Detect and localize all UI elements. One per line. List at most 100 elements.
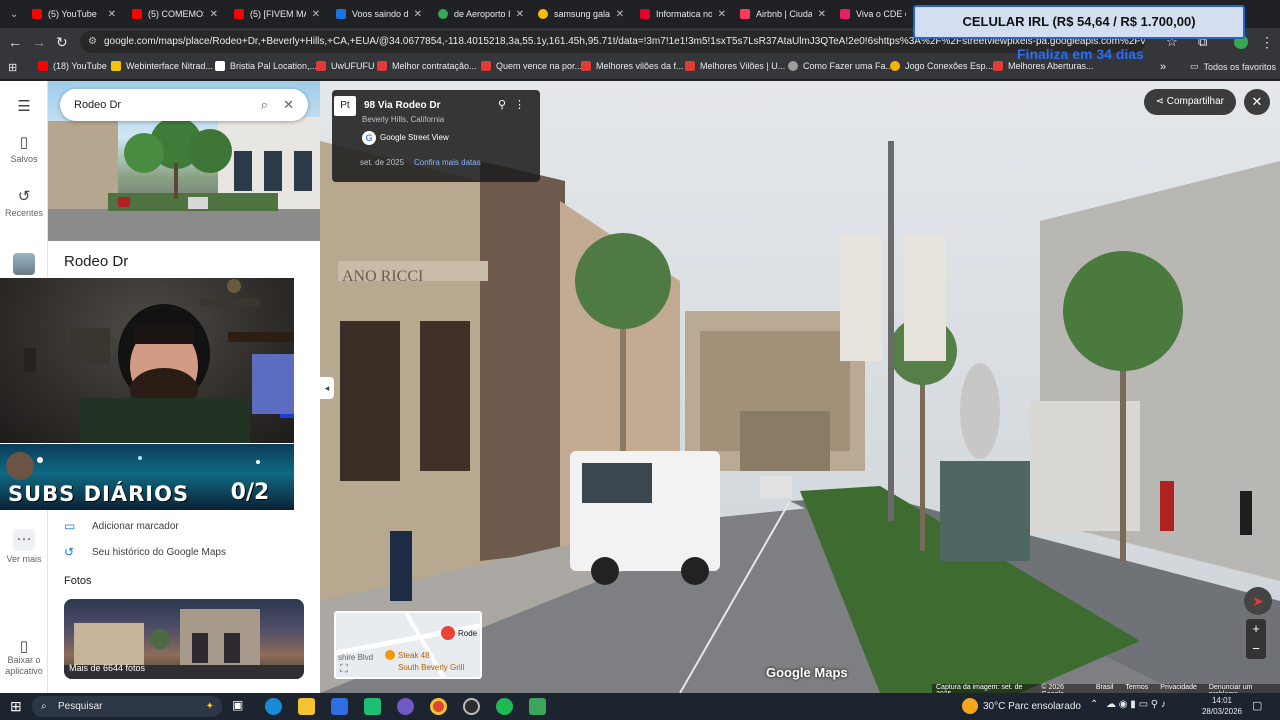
zoom-in-button[interactable]: + xyxy=(1246,619,1266,639)
close-icon[interactable]: ✕ xyxy=(108,9,116,20)
tab[interactable]: Voos saindo de ✕ xyxy=(330,3,428,25)
taskbar-search[interactable]: ⌕ Pesquisar ✦ xyxy=(32,696,222,717)
reload-icon[interactable]: ↻ xyxy=(56,34,68,50)
place-photo[interactable]: Rodeo Dr ⌕ ✕ xyxy=(48,81,320,241)
close-icon[interactable]: ✕ xyxy=(718,9,726,20)
zoom-out-button[interactable]: − xyxy=(1246,639,1266,659)
more-dates-link[interactable]: Confira mais datas xyxy=(414,158,481,167)
place-title: Rodeo Dr xyxy=(64,253,129,270)
bookmark-item[interactable]: Bristia Pal Location,... xyxy=(215,61,317,71)
discord-icon[interactable] xyxy=(397,698,414,715)
tray-icons[interactable]: ☁ ◉ ▮ ▭ ⚲ ♪ xyxy=(1106,699,1166,710)
share-button[interactable]: ⋖ Compartilhar xyxy=(1143,89,1236,115)
edge-icon[interactable] xyxy=(265,698,282,715)
bookmark-item[interactable]: Melhores Vilões | U... xyxy=(685,61,785,71)
menu-icon[interactable]: ⋮ xyxy=(1260,34,1274,50)
more-button[interactable]: ··· Ver mais xyxy=(0,529,48,564)
photos-thumbnail[interactable]: Mais de 6644 fotos xyxy=(64,599,304,679)
store-icon[interactable] xyxy=(331,698,348,715)
compass-icon[interactable]: ➤ xyxy=(1244,587,1272,615)
app-icon[interactable] xyxy=(364,698,381,715)
sparkle-icon: ✦ xyxy=(205,701,214,712)
clock-date[interactable]: 28/03/2026 xyxy=(1200,707,1244,716)
recent-place-thumb[interactable] xyxy=(0,253,48,277)
tab[interactable]: (5) YouTube ✕ xyxy=(26,3,122,25)
bookmark-item[interactable]: Como Fazer uma Fa... xyxy=(788,61,893,71)
site-icon xyxy=(215,61,225,71)
site-icon xyxy=(581,61,591,71)
tab[interactable]: (5) [FIVEM MA ✕ xyxy=(228,3,326,25)
clock-time[interactable]: 14:01 xyxy=(1207,696,1237,705)
tab[interactable]: Viva o CDE co xyxy=(834,3,912,25)
forward-icon[interactable]: → xyxy=(32,34,46,50)
airbnb-icon xyxy=(740,9,750,19)
more-bookmarks-button[interactable]: » xyxy=(1160,61,1166,73)
add-marker-button[interactable]: ▭ Adicionar marcador xyxy=(64,519,179,533)
close-icon[interactable]: ✕ xyxy=(818,9,826,20)
bookmark-item[interactable]: Melhores Aberturas... xyxy=(993,61,1094,71)
apps-icon[interactable]: ⊞ xyxy=(8,61,17,74)
youtube-icon xyxy=(132,9,142,19)
mini-map[interactable]: Rode Steak 48 South Beverly Grill shire … xyxy=(334,611,482,679)
collapse-panel-icon[interactable]: ◂ xyxy=(320,377,334,399)
bookmark-item[interactable]: Webinterface Nitrad... xyxy=(111,61,213,71)
bookmark-item[interactable]: Melhores vilões da f... xyxy=(581,61,684,71)
task-view-icon[interactable]: ▣ xyxy=(232,698,249,715)
maps-history-link[interactable]: ↺ Seu histórico do Google Maps xyxy=(64,545,226,559)
tab[interactable]: Airbnb | Ciudad✕ xyxy=(734,3,832,25)
pin-icon[interactable]: ⚲ xyxy=(498,98,506,111)
obs-icon[interactable] xyxy=(463,698,480,715)
weather-text[interactable]: 30°C Parc ensolarado xyxy=(983,701,1081,712)
close-icon[interactable]: ✕ xyxy=(516,9,524,20)
photos-heading: Fotos xyxy=(64,575,92,587)
close-icon[interactable]: ✕ xyxy=(616,9,624,20)
close-icon[interactable]: ✕ xyxy=(210,9,218,20)
photos-count: Mais de 6644 fotos xyxy=(69,663,146,673)
close-street-view-button[interactable]: ✕ xyxy=(1244,89,1270,115)
spotify-icon[interactable] xyxy=(496,698,513,715)
subs-label: SUBS DIÁRIOS xyxy=(8,482,190,506)
expand-icon[interactable]: ⛶ xyxy=(340,663,348,676)
street-view-info-card: Pt 98 Via Rodeo Dr Beverly Hills, Califo… xyxy=(332,90,540,182)
share-icon: ⋖ xyxy=(1155,96,1167,107)
file-explorer-icon[interactable] xyxy=(298,698,315,715)
bookmark-item[interactable]: Jogo Conexões Esp... xyxy=(890,61,993,71)
bookmark-item[interactable]: Quem vence na por... xyxy=(481,61,582,71)
site-icon xyxy=(840,9,850,19)
chrome-icon[interactable] xyxy=(430,698,447,715)
saved-button[interactable]: ▯ Salvos xyxy=(0,133,48,164)
bookmark-item[interactable]: (18) YouTube xyxy=(38,61,107,71)
close-icon[interactable]: ✕ xyxy=(312,9,320,20)
bookmark-item[interactable]: UwUFUFU xyxy=(316,61,375,71)
search-input[interactable]: Rodeo Dr ⌕ ✕ xyxy=(60,89,308,121)
folder-icon: ▭ xyxy=(1190,61,1199,71)
street-view[interactable]: ANO RICCI Pt 98 Via Rodeo Dr Beverly Hil… xyxy=(320,81,1280,693)
tray-chevron-icon[interactable]: ⌃ xyxy=(1090,699,1098,710)
tab[interactable]: Informatica no ✕ xyxy=(634,3,732,25)
menu-button[interactable]: ☰ xyxy=(0,97,48,118)
windows-start-icon[interactable]: ⊞ xyxy=(10,698,22,715)
close-icon[interactable]: ✕ xyxy=(283,89,294,121)
more-options-icon[interactable]: ⋮ xyxy=(514,98,525,111)
site-info-icon[interactable]: ⚙ xyxy=(88,31,97,53)
app-icon[interactable] xyxy=(529,698,546,715)
language-icon[interactable]: Pt xyxy=(334,96,356,116)
webcam-overlay xyxy=(0,278,294,443)
download-app-button[interactable]: ▯ Baixar o aplicativo xyxy=(0,639,48,677)
recent-button[interactable]: ↺ Recentes xyxy=(0,187,48,218)
bookmark-item[interactable]: Melhor contratação... xyxy=(377,61,477,71)
tab[interactable]: (5) COMEMOS ✕ xyxy=(126,3,224,25)
site-icon xyxy=(993,61,1003,71)
tab[interactable]: de Aeroporto I ✕ xyxy=(432,3,530,25)
zoom-controls: + − xyxy=(1246,619,1266,659)
bookmark-icon: ▯ xyxy=(19,134,29,151)
search-icon[interactable]: ⌕ xyxy=(261,89,268,121)
youtube-icon xyxy=(234,9,244,19)
label-icon: ▭ xyxy=(64,519,76,533)
tab[interactable]: samsung galax ✕ xyxy=(532,3,630,25)
back-icon[interactable]: ← xyxy=(8,34,22,50)
notifications-icon[interactable]: ▢ xyxy=(1252,699,1262,712)
all-favorites-folder[interactable]: ▭ Todos os favoritos xyxy=(1190,61,1276,72)
tab-search-menu[interactable]: ⌄ xyxy=(4,3,22,25)
close-icon[interactable]: ✕ xyxy=(414,9,422,20)
